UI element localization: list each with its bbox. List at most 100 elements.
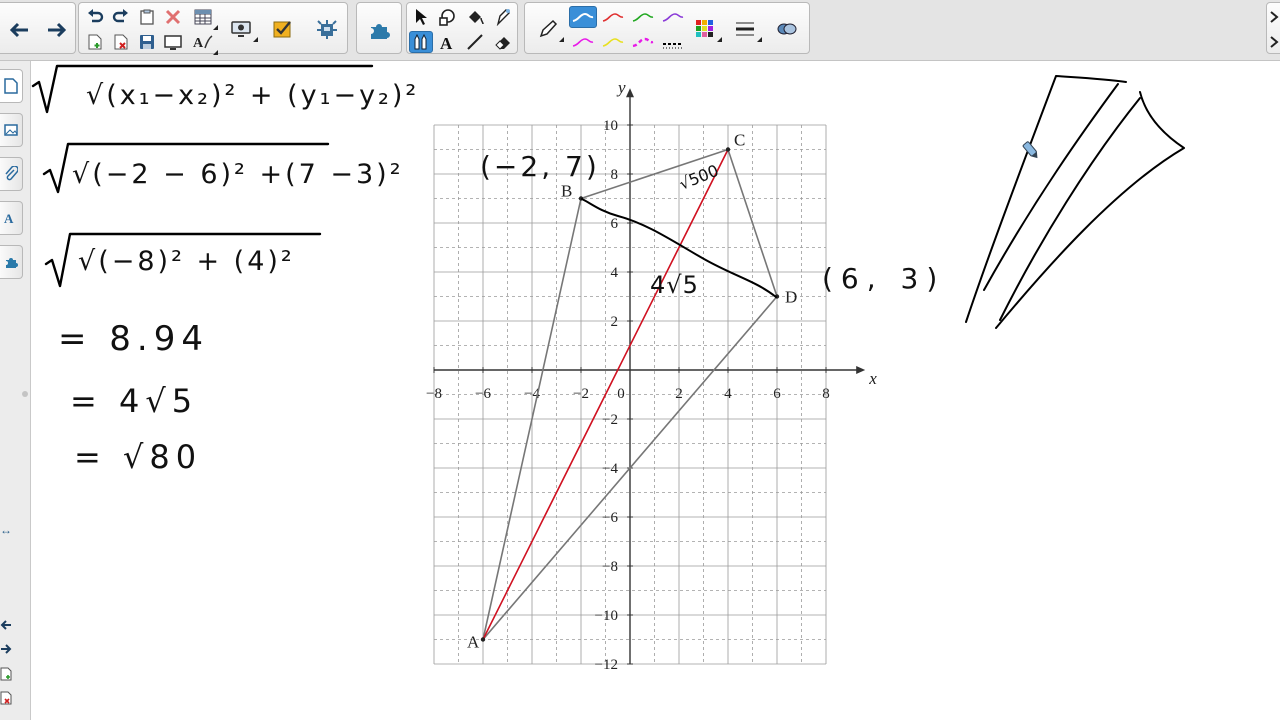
- screen-shade-icon[interactable]: [161, 31, 185, 53]
- puzzle-icon[interactable]: [365, 10, 393, 50]
- pen-style-blue[interactable]: [569, 6, 597, 28]
- back-arrow-icon[interactable]: [5, 10, 33, 50]
- page-sorter-icon[interactable]: [0, 69, 23, 103]
- sidebar-position-icon[interactable]: ↔: [0, 523, 14, 537]
- y-tick-labels: 10 8 6 4 2 −2 −4 −6 −8 −10 −12: [595, 118, 633, 673]
- toolbar-group-pen-styles: [524, 2, 810, 54]
- document-camera-icon[interactable]: [227, 18, 258, 42]
- sidebar-resize-handle[interactable]: [22, 391, 28, 397]
- y-tick-label: 10: [603, 118, 618, 134]
- coord-d-label: (6, 3): [822, 262, 945, 295]
- fullscreen-icon[interactable]: [1267, 6, 1280, 28]
- toolbar-group-edit: A: [78, 2, 348, 55]
- gallery-icon[interactable]: [0, 113, 23, 147]
- add-ons-tab-icon[interactable]: [0, 245, 23, 279]
- x-tick-label: 2: [675, 386, 683, 402]
- toolbar-group-navigation: [0, 2, 76, 54]
- pen-style-magenta[interactable]: [569, 31, 597, 53]
- ac-length-label: √500: [676, 161, 721, 194]
- point-c: [725, 147, 731, 152]
- delete-page-icon[interactable]: [109, 31, 133, 53]
- previous-page-icon[interactable]: [0, 619, 14, 633]
- forward-arrow-icon[interactable]: [43, 10, 71, 50]
- sidebar-delete-page-icon[interactable]: [0, 691, 14, 705]
- main-toolbar: A A: [0, 0, 1280, 61]
- pen-style-yellow[interactable]: [599, 31, 627, 53]
- freehand-sketch: [965, 75, 1185, 329]
- point-a: [480, 637, 486, 642]
- work-line-2: √(−2 − 6)² +(7 −3)²: [72, 159, 404, 190]
- select-icon[interactable]: [409, 6, 433, 28]
- x-tick-label: 4: [724, 386, 732, 402]
- point-label-a: A: [467, 633, 480, 652]
- shapes-icon[interactable]: [435, 6, 459, 28]
- sidebar: A ↔: [0, 61, 31, 720]
- whiteboard-drawing: √(x₁−x₂)² + (y₁−y₂)² √(−2 − 6)² +(7 −3)²…: [31, 64, 1185, 673]
- pen-icon[interactable]: [535, 18, 564, 42]
- coord-b-label: (−2, 7): [480, 150, 600, 183]
- x-axis-arrow: [856, 366, 866, 374]
- whiteboard-canvas[interactable]: √(x₁−x₂)² + (y₁−y₂)² √(−2 − 6)² +(7 −3)²…: [31, 61, 1280, 720]
- svg-text:A: A: [193, 36, 204, 50]
- svg-text:A: A: [4, 211, 14, 226]
- distance-work: √(x₁−x₂)² + (y₁−y₂)² √(−2 − 6)² +(7 −3)²…: [31, 64, 419, 476]
- pen-style-green[interactable]: [629, 6, 657, 28]
- text-icon[interactable]: A: [435, 31, 459, 53]
- svg-text:A: A: [440, 34, 453, 51]
- attachments-icon[interactable]: [0, 157, 23, 191]
- line-icon[interactable]: [463, 31, 487, 53]
- pen-style-dashed[interactable]: [629, 31, 657, 53]
- toolbar-position-icon[interactable]: [1267, 31, 1280, 53]
- properties-tab-icon[interactable]: A: [0, 201, 23, 235]
- pen-style-purple[interactable]: [659, 6, 687, 28]
- magic-pen-icon[interactable]: [491, 6, 515, 28]
- y-tick-label: 6: [611, 216, 619, 232]
- save-icon[interactable]: [135, 31, 159, 53]
- x-tick-label: 0: [617, 386, 625, 402]
- add-ons-icon[interactable]: [313, 18, 341, 40]
- y-tick-label: 8: [611, 167, 619, 183]
- paste-icon[interactable]: [135, 6, 159, 28]
- work-line-1: √(x₁−x₂)² + (y₁−y₂)²: [86, 80, 419, 111]
- toolbar-group-addons: [356, 2, 402, 54]
- fill-icon[interactable]: [463, 6, 487, 28]
- work-line-6: = √80: [74, 438, 202, 476]
- font-icon[interactable]: A: [191, 31, 218, 55]
- properties-icon[interactable]: [773, 18, 801, 40]
- x-tick-label: −8: [426, 386, 442, 402]
- y-tick-label: −12: [595, 657, 618, 673]
- y-axis-label: y: [616, 78, 626, 97]
- activity-builder-icon[interactable]: [269, 18, 297, 40]
- pen-style-dotted[interactable]: [659, 31, 687, 53]
- toolbar-group-right: [1266, 2, 1280, 54]
- y-tick-label: −8: [602, 559, 618, 575]
- y-tick-label: 4: [611, 265, 619, 281]
- work-line-3: √(−8)² + (4)²: [78, 246, 295, 277]
- x-tick-label: −2: [573, 386, 589, 402]
- x-axis-label: x: [868, 369, 877, 388]
- line-width-icon[interactable]: [731, 18, 762, 42]
- y-tick-label: −2: [602, 412, 618, 428]
- y-tick-label: 2: [611, 314, 619, 330]
- point-label-d: D: [785, 288, 797, 307]
- toolbar-group-tools: A: [406, 2, 518, 54]
- point-label-c: C: [734, 131, 745, 150]
- work-line-4: = 8.94: [58, 319, 209, 359]
- x-tick-labels: −8 −6 −4 −2 0 2 4 6 8: [426, 367, 830, 402]
- sidebar-new-page-icon[interactable]: [0, 667, 14, 681]
- point-label-b: B: [561, 182, 572, 201]
- next-page-icon[interactable]: [0, 643, 14, 657]
- pen-style-red[interactable]: [599, 6, 627, 28]
- table-icon[interactable]: [191, 6, 218, 30]
- delete-icon[interactable]: [161, 6, 185, 28]
- eraser-icon[interactable]: [491, 31, 515, 53]
- graph-annotations: (−2, 7) (6, 3) 4√5 √500: [480, 150, 945, 299]
- work-line-5: = 4√5: [70, 382, 198, 420]
- x-tick-label: 6: [773, 386, 781, 402]
- undo-icon[interactable]: [83, 6, 107, 28]
- redo-icon[interactable]: [109, 6, 133, 28]
- new-page-icon[interactable]: [83, 31, 107, 53]
- x-tick-label: 8: [822, 386, 830, 402]
- color-palette-icon[interactable]: [691, 18, 722, 42]
- pens-icon[interactable]: [409, 31, 433, 53]
